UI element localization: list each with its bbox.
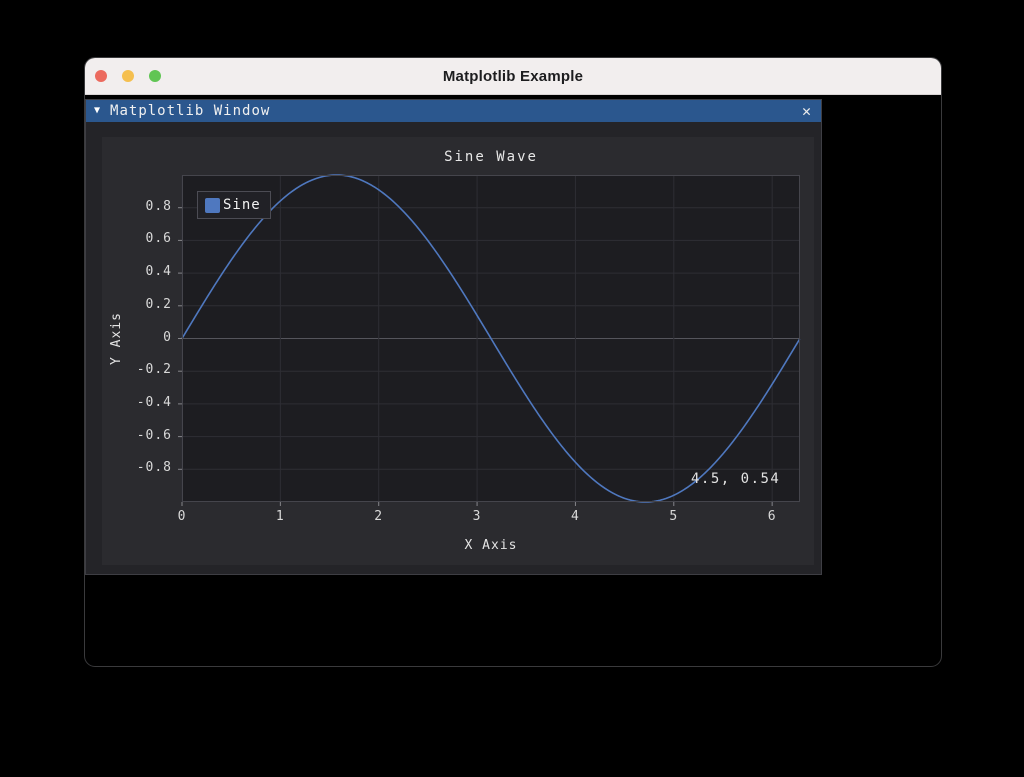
- plot-legend[interactable]: Sine: [197, 191, 271, 219]
- mac-titlebar[interactable]: Matplotlib Example: [85, 58, 941, 95]
- x-axis-label: X Axis: [182, 538, 800, 553]
- window-title: Matplotlib Example: [443, 68, 583, 85]
- x-tick-label: 4: [555, 509, 595, 524]
- dpg-titlebar[interactable]: ▼ Matplotlib Window ✕: [86, 100, 821, 122]
- y-axis-label: Y Axis: [108, 175, 124, 502]
- collapse-arrow-icon[interactable]: ▼: [94, 100, 100, 122]
- x-tick-label: 3: [457, 509, 497, 524]
- close-icon[interactable]: ✕: [800, 100, 813, 122]
- plot-area[interactable]: Sine 4.5, 0.54 0123456 0.80.60.40.20-0.2…: [182, 175, 800, 502]
- x-tick-label: 0: [162, 509, 202, 524]
- dpg-window-content: Sine Wave Sine 4.5, 0.54 0123456 0.80.60…: [86, 122, 821, 574]
- traffic-lights: [95, 70, 161, 82]
- plot-widget: Sine Wave Sine 4.5, 0.54 0123456 0.80.60…: [102, 137, 814, 565]
- legend-swatch-sine: [205, 198, 220, 213]
- x-tick-label: 1: [260, 509, 300, 524]
- mac-close-button[interactable]: [95, 70, 107, 82]
- dpg-window-title: Matplotlib Window: [110, 103, 270, 119]
- mac-minimize-button[interactable]: [122, 70, 134, 82]
- app-window: Matplotlib Example ▼ Matplotlib Window ✕…: [84, 57, 942, 667]
- x-tick-label: 2: [359, 509, 399, 524]
- mac-zoom-button[interactable]: [149, 70, 161, 82]
- plot-title: Sine Wave: [182, 149, 800, 165]
- point-annotation: 4.5, 0.54: [691, 471, 780, 487]
- legend-label-sine: Sine: [223, 197, 261, 213]
- x-tick-label: 5: [654, 509, 694, 524]
- x-tick-label: 6: [752, 509, 792, 524]
- plot-canvas: [182, 175, 800, 502]
- matplotlib-window: ▼ Matplotlib Window ✕ Sine Wave Sine 4.5…: [85, 99, 822, 575]
